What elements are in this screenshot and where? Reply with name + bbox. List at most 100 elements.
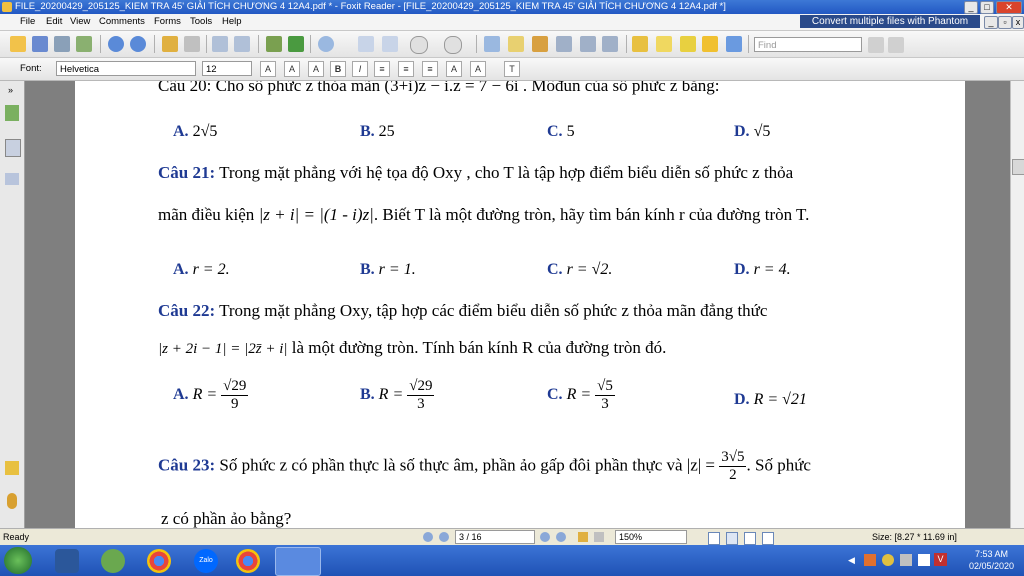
- vertical-scrollbar[interactable]: [1010, 81, 1024, 528]
- layers-icon[interactable]: [5, 173, 19, 185]
- textbox-icon[interactable]: [656, 36, 672, 52]
- bold-icon[interactable]: B: [330, 61, 346, 77]
- panel-collapse-icon[interactable]: »: [8, 85, 13, 95]
- menu-comments[interactable]: Comments: [99, 16, 145, 27]
- redo-icon[interactable]: [288, 36, 304, 52]
- zoom-in-icon[interactable]: [318, 36, 334, 52]
- char-spacing-icon[interactable]: A: [446, 61, 462, 77]
- q20-option-b: B. 25: [360, 123, 395, 140]
- menu-help[interactable]: Help: [222, 16, 242, 27]
- word-icon[interactable]: [55, 549, 79, 573]
- single-page-icon[interactable]: [708, 532, 720, 545]
- menu-tools[interactable]: Tools: [190, 16, 212, 27]
- prev-page-icon[interactable]: [108, 36, 124, 52]
- save-icon[interactable]: [32, 36, 48, 52]
- fit-page-icon[interactable]: [358, 36, 374, 52]
- geogebra-icon[interactable]: [101, 549, 125, 573]
- comments-panel-icon[interactable]: [5, 461, 19, 475]
- page-layout-icon[interactable]: [212, 36, 228, 52]
- start-button[interactable]: [4, 547, 32, 574]
- pointer-icon[interactable]: [532, 36, 548, 52]
- next-page-status-icon[interactable]: [540, 532, 550, 542]
- next-page-icon[interactable]: [130, 36, 146, 52]
- text-color-icon[interactable]: A: [260, 61, 276, 77]
- q22-option-a: A. R = √29 9: [173, 378, 249, 412]
- image-icon[interactable]: [602, 36, 618, 52]
- doc-minimize-button[interactable]: _: [984, 16, 998, 29]
- highlight-icon[interactable]: [632, 36, 648, 52]
- forward-arrow-icon[interactable]: [184, 36, 200, 52]
- font-select[interactable]: Helvetica: [56, 61, 196, 76]
- tray-tools-icon[interactable]: [864, 554, 876, 566]
- page-size-text: Size: [8.27 * 11.69 in]: [872, 532, 957, 542]
- clock[interactable]: 7:53 AM 02/05/2020: [969, 548, 1014, 572]
- back-view-icon[interactable]: [578, 532, 588, 542]
- menu-edit[interactable]: Edit: [46, 16, 62, 27]
- comment-icon[interactable]: [702, 36, 718, 52]
- back-arrow-icon[interactable]: [162, 36, 178, 52]
- main-toolbar: Find: [0, 31, 1024, 58]
- scroll-thumb[interactable]: [1012, 159, 1024, 175]
- zalo-icon[interactable]: Zalo: [194, 549, 218, 573]
- tray-network-icon[interactable]: [882, 554, 894, 566]
- zoom-out-icon[interactable]: [410, 36, 428, 54]
- arrow-tool-icon[interactable]: [726, 36, 742, 52]
- line-spacing-icon[interactable]: T: [504, 61, 520, 77]
- tray-settings-icon[interactable]: [900, 554, 912, 566]
- email-icon[interactable]: [76, 36, 92, 52]
- align-right-icon[interactable]: ≡: [422, 61, 438, 77]
- text-grow-icon[interactable]: A: [284, 61, 300, 77]
- print-icon[interactable]: [54, 36, 70, 52]
- prev-page-status-icon[interactable]: [439, 532, 449, 542]
- hand-tool-icon[interactable]: [484, 36, 500, 52]
- fit-width-icon[interactable]: [382, 36, 398, 52]
- q22-option-c: C. R = √5 3: [547, 378, 615, 412]
- continuous-facing-icon[interactable]: [762, 532, 774, 545]
- tray-flag-icon[interactable]: [918, 554, 930, 566]
- navigation-panel: »: [0, 81, 25, 528]
- find-input[interactable]: Find: [754, 37, 862, 52]
- first-page-icon[interactable]: [423, 532, 433, 542]
- undo-icon[interactable]: [266, 36, 282, 52]
- last-page-icon[interactable]: [556, 532, 566, 542]
- select-text-icon[interactable]: [508, 36, 524, 52]
- close-button[interactable]: ✕: [996, 1, 1022, 14]
- menu-forms[interactable]: Forms: [154, 16, 181, 27]
- page-number-input[interactable]: 3 / 16: [455, 530, 535, 544]
- bookmarks-icon[interactable]: [5, 105, 19, 121]
- font-size-select[interactable]: 12: [202, 61, 252, 76]
- doc-restore-button[interactable]: ▫: [998, 16, 1012, 29]
- question-23-label: Câu 23:: [158, 455, 216, 475]
- continuous-icon[interactable]: [726, 532, 738, 545]
- tray-arrow-icon[interactable]: ◀: [848, 555, 855, 566]
- question-22-line2: |z + 2i − 1| = |2z̄ + i| là một đường tr…: [158, 338, 667, 357]
- menu-file[interactable]: File: [20, 16, 35, 27]
- open-icon[interactable]: [10, 36, 26, 52]
- find-next-icon[interactable]: [888, 37, 904, 53]
- chrome-window-icon[interactable]: [236, 549, 260, 573]
- snapshot-icon[interactable]: [556, 36, 572, 52]
- italic-icon[interactable]: I: [352, 61, 368, 77]
- text-shrink-icon[interactable]: A: [308, 61, 324, 77]
- phantom-promo-link[interactable]: Convert multiple files with Phantom: [800, 15, 980, 28]
- minimize-button[interactable]: _: [964, 1, 978, 14]
- menu-view[interactable]: View: [70, 16, 90, 27]
- note-icon[interactable]: [680, 36, 696, 52]
- align-center-icon[interactable]: ≡: [398, 61, 414, 77]
- forward-view-icon[interactable]: [594, 532, 604, 542]
- facing-icon[interactable]: [744, 532, 756, 545]
- page-layout2-icon[interactable]: [234, 36, 250, 52]
- zoom-plus-icon[interactable]: [444, 36, 462, 54]
- superscript-icon[interactable]: A: [470, 61, 486, 77]
- find-prev-icon[interactable]: [868, 37, 884, 53]
- foxit-task-button[interactable]: [275, 547, 321, 576]
- pages-icon[interactable]: [5, 139, 21, 157]
- doc-close-button[interactable]: x: [1012, 16, 1024, 29]
- attachments-icon[interactable]: [7, 493, 17, 509]
- maximize-button[interactable]: □: [980, 1, 994, 14]
- align-left-icon[interactable]: ≡: [374, 61, 390, 77]
- tray-v-icon[interactable]: V: [934, 553, 947, 566]
- typewriter-icon[interactable]: [580, 36, 596, 52]
- chrome-icon[interactable]: [147, 549, 171, 573]
- zoom-select[interactable]: 150%: [615, 530, 687, 544]
